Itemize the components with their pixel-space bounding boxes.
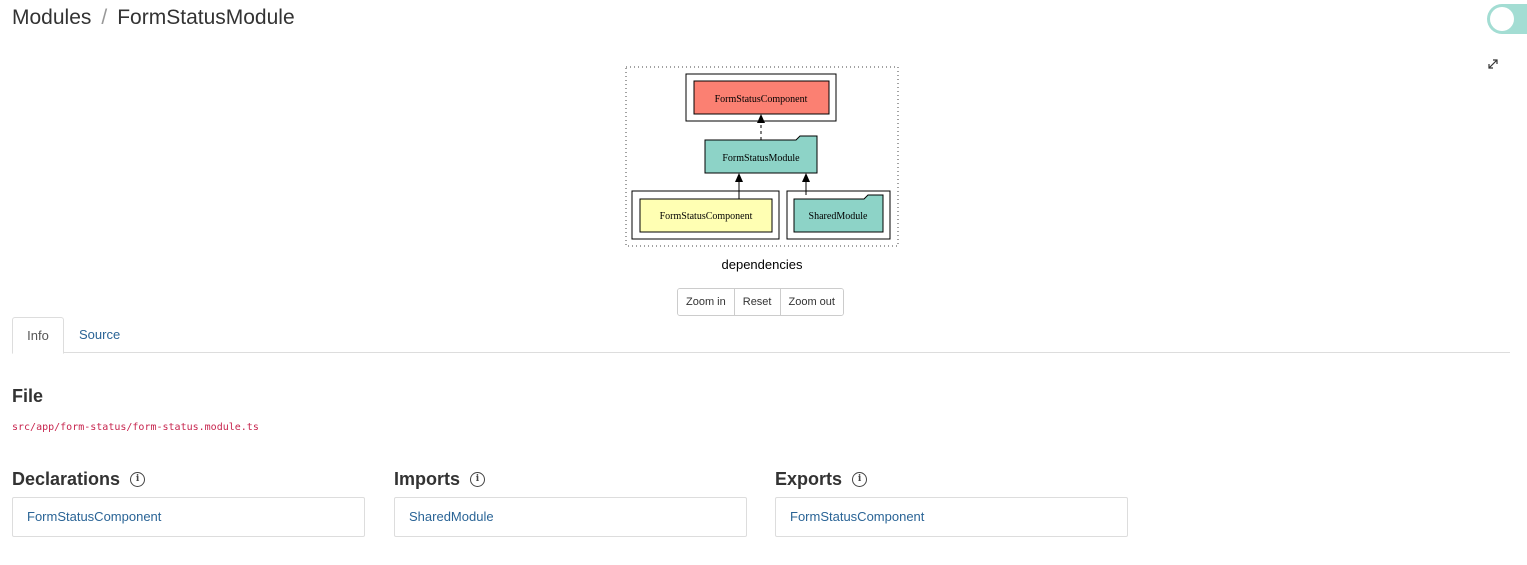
imports-section: Imports i SharedModule xyxy=(394,468,749,537)
info-circle-icon[interactable]: i xyxy=(852,471,868,487)
graph-node-import-label: SharedModule xyxy=(809,211,868,222)
imports-item-link[interactable]: SharedModule xyxy=(409,509,494,524)
declarations-list: FormStatusComponent xyxy=(12,497,365,537)
graph-node-declaration-label: FormStatusComponent xyxy=(660,211,753,222)
breadcrumb-current: FormStatusModule xyxy=(117,6,295,29)
file-path: src/app/form-status/form-status.module.t… xyxy=(12,422,259,433)
exports-heading: Exports xyxy=(775,468,843,489)
graph-edge-declaration-arrow xyxy=(735,173,743,182)
declarations-section: Declarations i FormStatusComponent xyxy=(12,468,367,537)
graph-node-export-label: FormStatusComponent xyxy=(715,94,808,105)
file-heading: File xyxy=(12,386,44,406)
imports-list: SharedModule xyxy=(394,497,747,537)
exports-section: Exports i FormStatusComponent xyxy=(775,468,1130,537)
info-circle-icon[interactable]: i xyxy=(130,471,146,487)
graph-edge-import-arrow xyxy=(802,173,810,182)
theme-toggle[interactable] xyxy=(1487,4,1527,34)
exports-item-link[interactable]: FormStatusComponent xyxy=(790,509,924,524)
declarations-item-link[interactable]: FormStatusComponent xyxy=(27,509,161,524)
zoom-out-button[interactable]: Zoom out xyxy=(780,289,843,315)
zoom-in-button[interactable]: Zoom in xyxy=(678,289,735,315)
tab-source[interactable]: Source xyxy=(79,317,120,352)
reset-button[interactable]: Reset xyxy=(734,289,781,315)
info-circle-icon[interactable]: i xyxy=(470,471,486,487)
imports-heading: Imports xyxy=(394,468,461,489)
toggle-knob xyxy=(1490,7,1514,31)
graph-node-module-label: FormStatusModule xyxy=(722,153,800,164)
breadcrumb-separator: / xyxy=(101,6,108,29)
dependency-graph: FormStatusComponent FormStatusModule For… xyxy=(625,66,899,247)
exports-list: FormStatusComponent xyxy=(775,497,1128,537)
tab-info[interactable]: Info xyxy=(12,317,64,354)
declarations-heading: Declarations xyxy=(12,468,121,489)
tab-bar: Info Source xyxy=(12,317,1510,354)
expand-icon[interactable] xyxy=(1486,57,1500,71)
breadcrumb-modules[interactable]: Modules xyxy=(12,6,91,29)
graph-caption: dependencies xyxy=(721,257,803,272)
zoom-controls: Zoom in Reset Zoom out xyxy=(677,288,844,316)
breadcrumb: Modules / FormStatusModule xyxy=(12,6,295,30)
